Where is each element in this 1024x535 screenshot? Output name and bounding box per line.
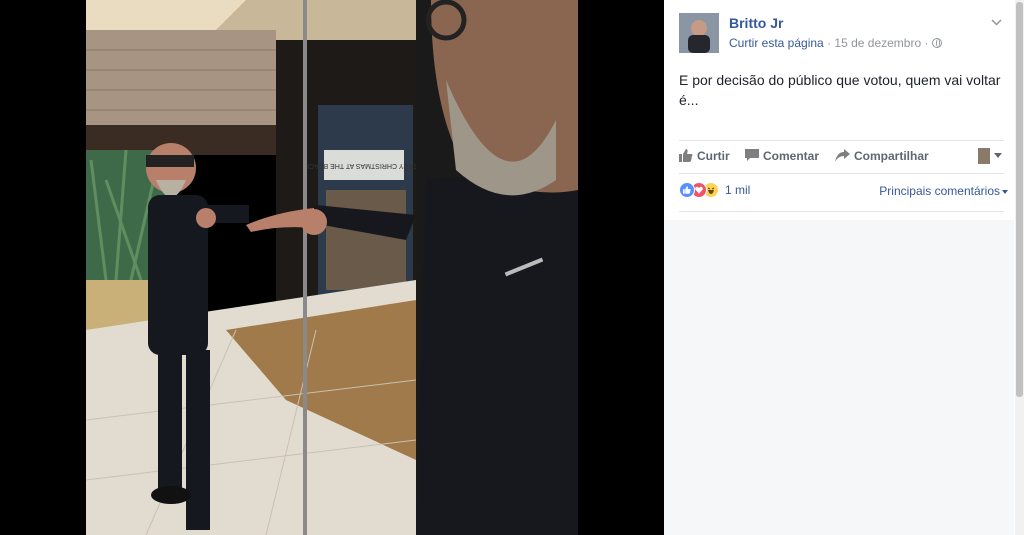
share-label: Compartilhar (854, 149, 929, 163)
post-options-chevron-icon[interactable] (991, 17, 1002, 29)
comment-sort-label: Principais comentários (879, 184, 1000, 198)
store-sign: MERRY CHRISTMAS AT THE BEACH (304, 162, 424, 169)
like-reaction-icon (679, 182, 695, 198)
photo-illustration: MERRY CHRISTMAS AT THE BEACH (86, 0, 578, 535)
post-date[interactable]: 15 de dezembro (834, 36, 921, 50)
comment-label: Comentar (763, 149, 820, 163)
like-page-link[interactable]: Curtir esta página (729, 36, 824, 50)
caret-down-icon (1002, 189, 1008, 194)
post-sidebar: Britto Jr Curtir esta página · 15 de dez… (664, 0, 1024, 535)
thumbs-up-icon (679, 149, 693, 165)
post-header: Britto Jr Curtir esta página · 15 de dez… (679, 13, 1014, 53)
photo-viewer: MERRY CHRISTMAS AT THE BEACH (0, 0, 664, 535)
meta-separator: · (924, 36, 929, 50)
sidebar-scrollbar[interactable] (1015, 0, 1024, 535)
post-photo[interactable]: MERRY CHRISTMAS AT THE BEACH (86, 0, 578, 535)
page-avatar[interactable] (679, 13, 719, 53)
comment-icon (745, 149, 759, 165)
caret-down-icon (994, 153, 1002, 159)
action-bar: Curtir Comentar Compartilhar (679, 140, 1004, 174)
reaction-count: 1 mil (725, 183, 751, 197)
globe-icon (931, 38, 942, 48)
post-text: E por decisão do público que votou, quem… (679, 72, 1001, 108)
viewer-avatar (978, 147, 990, 164)
page-name-link[interactable]: Britto Jr (729, 15, 783, 31)
viewer-selector[interactable] (978, 147, 1002, 165)
comments-area (664, 220, 1014, 535)
reactions-summary[interactable]: 1 mil (679, 182, 750, 198)
avatar-image (679, 13, 719, 53)
share-button[interactable]: Compartilhar (835, 149, 929, 165)
comment-button[interactable]: Comentar (745, 149, 819, 165)
meta-separator: · (827, 36, 832, 50)
post-meta: Curtir esta página · 15 de dezembro · (729, 36, 942, 50)
scrollbar-thumb[interactable] (1016, 2, 1023, 397)
like-label: Curtir (697, 149, 730, 163)
share-arrow-icon (835, 149, 850, 165)
divider (679, 211, 1004, 212)
like-button[interactable]: Curtir (679, 149, 730, 165)
comment-sort-dropdown[interactable]: Principais comentários (879, 184, 1008, 198)
